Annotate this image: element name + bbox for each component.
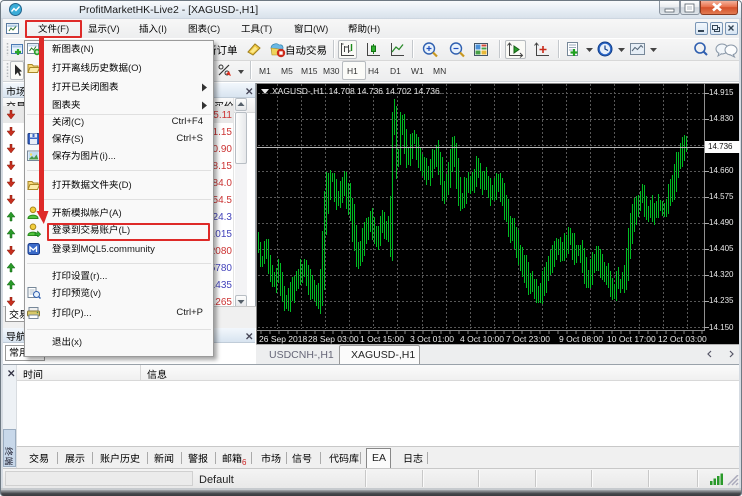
svg-text:(x): (x) bbox=[71, 337, 82, 348]
svg-text:(r)...: (r)... bbox=[90, 271, 107, 282]
svg-text:MQL5.community: MQL5.community bbox=[81, 244, 156, 255]
svg-text:(P)...: (P)... bbox=[71, 308, 92, 319]
svg-text:(A): (A) bbox=[109, 208, 122, 219]
svg-text:(O): (O) bbox=[128, 63, 142, 74]
svg-text:(D): (D) bbox=[119, 180, 132, 191]
svg-text:(N): (N) bbox=[81, 44, 94, 55]
svg-text:(i)...: (i)... bbox=[100, 151, 116, 162]
svg-text:(v): (v) bbox=[90, 288, 101, 299]
